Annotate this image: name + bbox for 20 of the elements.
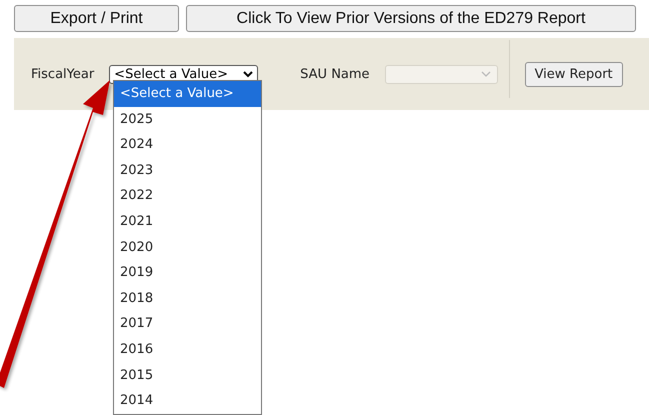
field-label: FiscalYear [31, 66, 94, 82]
dropdown-option[interactable]: 2022 [114, 183, 261, 209]
dropdown-option[interactable]: 2021 [114, 208, 261, 235]
dropdown-option[interactable]: 2017 [114, 311, 261, 337]
dropdown-option[interactable]: 2020 [114, 234, 261, 260]
dropdown-option[interactable]: 2015 [114, 362, 261, 388]
dropdown-option[interactable]: 2014 [114, 388, 261, 414]
view-report-button[interactable]: View Report [524, 62, 623, 86]
toolbar-button[interactable]: Export / Print [14, 5, 179, 32]
dropdown-option[interactable]: 2019 [114, 260, 261, 286]
dropdown-option[interactable]: 2016 [114, 336, 261, 363]
field-label: SAU Name [300, 66, 370, 82]
dropdown-option[interactable]: 2025 [114, 106, 261, 132]
dropdown-option[interactable]: 2024 [114, 132, 261, 158]
dropdown-option[interactable]: 2023 [114, 158, 261, 184]
toolbar-button[interactable]: Click To View Prior Versions of the ED279 Report [186, 5, 636, 32]
chevron-icon [480, 71, 491, 77]
chevron-icon [243, 70, 254, 78]
dropdown-option[interactable]: <Select a Value> [114, 81, 261, 107]
dropdown-option[interactable]: 2018 [114, 286, 261, 312]
